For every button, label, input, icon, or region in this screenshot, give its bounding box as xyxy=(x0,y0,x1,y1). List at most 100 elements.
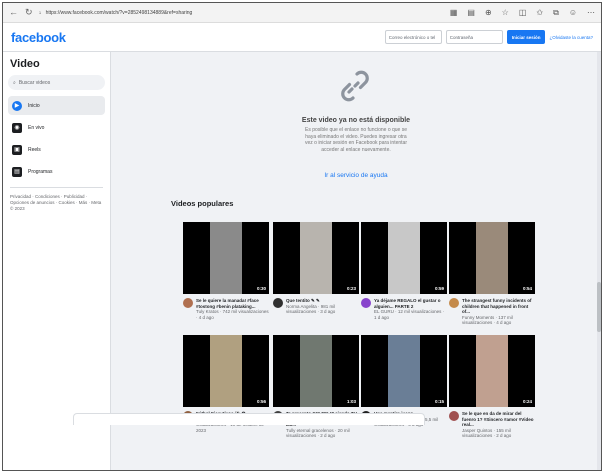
video-card[interactable]: 0:59 Ya déjame REGALO el gustar o alguien… xyxy=(361,222,447,320)
browser-toolbar: ← ↻ ⌂ https://www.facebook.com/watch/?v=… xyxy=(3,3,601,23)
sidebar-item-en-vivo[interactable]: ◉ En vivo xyxy=(8,118,105,137)
video-frame xyxy=(300,222,332,294)
login-button[interactable]: Iniciar sesión xyxy=(506,30,546,44)
email-placeholder: Correo electrónico o tel xyxy=(388,34,436,40)
video-frame xyxy=(210,222,242,294)
sidebar-title: Video xyxy=(10,58,40,70)
browser-window: ← ↻ ⌂ https://www.facebook.com/watch/?v=… xyxy=(2,2,602,471)
video-frame xyxy=(210,335,242,407)
password-placeholder: Contraseña xyxy=(449,34,473,40)
video-stats: Norma Angelita · 981 mil visualizaciones… xyxy=(286,303,336,315)
video-duration: 1:03 xyxy=(346,399,356,404)
video-duration: 0:56 xyxy=(256,399,266,404)
video-frame xyxy=(476,335,508,407)
url-text: https://www.facebook.com/watch/?v=285249… xyxy=(45,9,193,16)
avatar[interactable] xyxy=(449,411,459,421)
video-stats: Jasper Quintos · 155 mil visualizaciones… xyxy=(462,427,512,439)
sidebar-item-reels[interactable]: ▣ Reels xyxy=(8,140,105,159)
video-meta: Se le quiere la manada! #face #tostong #… xyxy=(183,298,269,320)
video-thumbnail[interactable]: 0:56 xyxy=(183,335,269,407)
scrollbar[interactable] xyxy=(597,52,601,470)
search-icon: ⌕ xyxy=(13,79,16,86)
address-bar[interactable]: ⌂ https://www.facebook.com/watch/?v=2852… xyxy=(39,7,289,19)
video-card[interactable]: 0:23 Que tentito ✎ ✎ Norma Angelita · 981 … xyxy=(273,222,359,315)
video-duration: 0:54 xyxy=(522,286,532,291)
star-icon[interactable]: ☆ xyxy=(502,8,509,18)
video-card[interactable]: 0:30 Se le quiere la manada! #face #tosto… xyxy=(183,222,269,320)
extension-icon[interactable]: ▦ xyxy=(450,8,458,18)
avatar[interactable] xyxy=(449,298,459,308)
video-meta: Ya déjame REGALO el gustar o alguien... … xyxy=(361,298,447,320)
sidebar-footer: Privacidad · Condiciones · Publicidad · … xyxy=(10,194,102,211)
next-section-panel xyxy=(73,413,425,425)
video-frame xyxy=(476,222,508,294)
video-frame xyxy=(388,335,420,407)
forgot-account-link[interactable]: ¿Olvidaste la cuenta? xyxy=(549,35,593,40)
reels-icon: ▣ xyxy=(12,144,22,155)
sidebar-item-label: Programas xyxy=(28,168,53,175)
video-meta: Se le que en da de mirar del fuenro 1? #… xyxy=(449,411,535,439)
zoom-icon[interactable]: ⊕ xyxy=(485,8,492,18)
lock-icon: ⌂ xyxy=(38,9,42,16)
help-center-link[interactable]: Ir al servicio de ayuda xyxy=(111,172,601,179)
sidebar-item-inicio[interactable]: ▶ Inicio xyxy=(8,96,105,115)
live-icon: ◉ xyxy=(12,122,22,133)
main-content: Este video ya no está disponible Es posi… xyxy=(111,52,601,470)
sidebar-divider xyxy=(10,187,103,188)
avatar[interactable] xyxy=(273,298,283,308)
reload-icon[interactable]: ↻ xyxy=(25,7,33,18)
search-placeholder: Buscar videos xyxy=(18,79,51,86)
video-frame xyxy=(388,222,420,294)
video-frame xyxy=(300,335,332,407)
arrow-left-icon[interactable]: ← xyxy=(9,7,18,18)
video-info: Se le quiere la manada! #face #tostong #… xyxy=(196,298,269,320)
video-stats: EL GURU · 12 mil visualizaciones · 1 d a… xyxy=(374,309,445,320)
translate-icon[interactable]: ▤ xyxy=(467,8,475,18)
video-thumbnail[interactable]: 0:54 xyxy=(449,222,535,294)
collections-icon[interactable]: ⧉ xyxy=(553,8,559,18)
login-form: Correo electrónico o tel Contraseña Inic… xyxy=(384,30,593,44)
password-field[interactable]: Contraseña xyxy=(445,30,503,44)
video-title[interactable]: Se le que en da de mirar del fuenro 1? #… xyxy=(462,411,535,428)
unavailable-title: Este video ya no está disponible xyxy=(301,117,411,124)
email-field[interactable]: Correo electrónico o tel xyxy=(384,30,442,44)
video-sidebar: Video ⌕ Buscar videos ▶ Inicio ◉ En vivo… xyxy=(3,52,111,470)
sidebar-item-label: Inicio xyxy=(28,102,40,109)
favorites-icon[interactable]: ✩ xyxy=(536,8,543,18)
sidebar-item-programas[interactable]: ▤ Programas xyxy=(8,162,105,181)
avatar[interactable] xyxy=(183,298,193,308)
more-icon[interactable]: ⋯ xyxy=(587,8,595,18)
video-meta: The strangest funny incidents of childre… xyxy=(449,298,535,326)
video-card[interactable]: 0:54 The strangest funny incidents of chi… xyxy=(449,222,535,326)
video-thumbnail[interactable]: 0:15 xyxy=(361,335,447,407)
video-info: Que tentito ✎ ✎ Norma Angelita · 981 mil … xyxy=(286,298,359,315)
video-meta: Que tentito ✎ ✎ Norma Angelita · 981 mil … xyxy=(273,298,359,315)
video-thumbnail[interactable]: 0:23 xyxy=(273,222,359,294)
video-title[interactable]: Ya déjame REGALO el gustar o alguien... … xyxy=(374,298,447,309)
video-stats: Funny Moments · 137 mil visualizaciones … xyxy=(462,314,513,326)
video-duration: 0:15 xyxy=(434,399,444,404)
facebook-logo[interactable]: facebook xyxy=(11,30,66,45)
avatar[interactable] xyxy=(361,298,371,308)
video-info: The strangest funny incidents of childre… xyxy=(462,298,535,326)
site-header: facebook Correo electrónico o tel Contra… xyxy=(3,23,601,52)
video-thumbnail[interactable]: 0:59 xyxy=(361,222,447,294)
split-icon[interactable]: ◫ xyxy=(519,8,527,18)
search-input[interactable]: ⌕ Buscar videos xyxy=(8,75,105,90)
video-thumbnail[interactable]: 0:24 xyxy=(449,335,535,407)
video-duration: 0:59 xyxy=(434,286,444,291)
video-title[interactable]: Se le quiere la manada! #face #tostong #… xyxy=(196,298,269,309)
video-thumbnail[interactable]: 0:30 xyxy=(183,222,269,294)
broken-link-icon xyxy=(341,70,369,102)
sidebar-item-label: Reels xyxy=(28,146,41,153)
video-thumbnail[interactable]: 1:03 xyxy=(273,335,359,407)
video-card[interactable]: 0:24 Se le que en da de mirar del fuenro … xyxy=(449,335,535,439)
profile-icon[interactable]: ☺ xyxy=(569,8,577,18)
video-info: Ya déjame REGALO el gustar o alguien... … xyxy=(374,298,447,320)
sidebar-item-label: En vivo xyxy=(28,124,45,131)
video-title[interactable]: The strangest funny incidents of childre… xyxy=(462,298,535,315)
shows-icon: ▤ xyxy=(12,166,22,177)
video-duration: 0:24 xyxy=(522,399,532,404)
scrollbar-thumb[interactable] xyxy=(597,282,601,332)
video-duration: 0:23 xyxy=(346,286,356,291)
